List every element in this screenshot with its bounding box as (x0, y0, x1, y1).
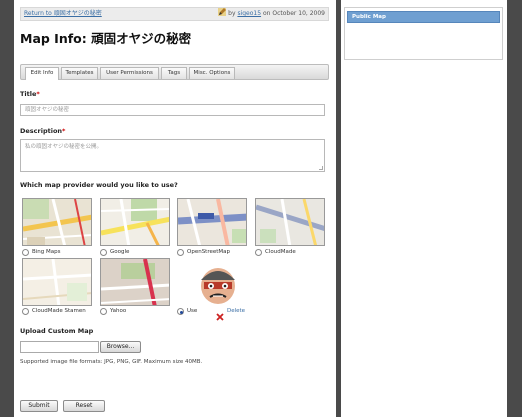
radio-openstreetmap[interactable] (177, 249, 184, 256)
required-mark: * (36, 90, 40, 98)
description-text: 私の頑固オヤジの秘密を公開。 (25, 144, 103, 150)
delete-link[interactable]: Delete (227, 308, 245, 314)
title-input[interactable]: 頑固オヤジの秘密 (20, 104, 325, 116)
map-header-bar: Return to 頑固オヤジの秘密 by sigeo15 on October… (20, 7, 329, 21)
description-label: Description* (20, 127, 66, 135)
sidebar: Public Map (341, 0, 507, 417)
radio-yahoo[interactable] (100, 308, 107, 315)
radio-google[interactable] (100, 249, 107, 256)
radio-cloudmade-stamen[interactable] (22, 308, 29, 315)
openstreetmap-tile[interactable] (177, 198, 247, 246)
main-page: Return to 頑固オヤジの秘密 by sigeo15 on October… (14, 0, 336, 417)
tab-misc-options[interactable]: Misc. Options (189, 67, 235, 79)
provider-question: Which map provider would you like to use… (20, 181, 178, 189)
cloudmade-tile[interactable] (255, 198, 325, 246)
openstreetmap-label: OpenStreetMap (187, 249, 231, 255)
cloudmade-stamen-tile[interactable] (22, 258, 92, 306)
supported-formats-text: Supported image file formats: JPG, PNG, … (20, 359, 203, 365)
file-path-input[interactable] (20, 341, 99, 353)
radio-bing-maps[interactable] (22, 249, 29, 256)
yahoo-tile[interactable] (100, 258, 170, 306)
title-label: Title* (20, 90, 40, 98)
pencil-icon (218, 8, 227, 16)
upload-label: Upload Custom Map (20, 327, 94, 335)
required-mark: * (62, 127, 66, 135)
description-textarea[interactable]: 私の頑固オヤジの秘密を公開。 (20, 139, 325, 172)
yahoo-label: Yahoo (110, 308, 127, 314)
bing-maps-label: Bing Maps (32, 249, 61, 255)
google-label: Google (110, 249, 130, 255)
delete-icon[interactable] (216, 306, 224, 321)
custom-map-image (196, 262, 240, 306)
radio-cloudmade[interactable] (255, 249, 262, 256)
radio-use-custom[interactable] (177, 308, 184, 315)
google-tile[interactable] (100, 198, 170, 246)
bing-maps-tile[interactable] (22, 198, 92, 246)
author-meta: by sigeo15 on October 10, 2009 (218, 8, 325, 20)
public-map-header: Public Map (347, 11, 500, 23)
tab-tags[interactable]: Tags (161, 67, 187, 79)
author-link[interactable]: sigeo15 (237, 10, 261, 17)
browse-button[interactable]: Browse... (100, 341, 141, 353)
date-text: on October 10, 2009 (262, 10, 325, 17)
reset-button[interactable]: Reset (63, 400, 105, 412)
tab-bar: Edit Info Templates User Permissions Tag… (20, 64, 329, 80)
cloudmade-stamen-label: CloudMade Stamen (32, 308, 86, 314)
tab-user-permissions[interactable]: User Permissions (100, 67, 159, 79)
return-link[interactable]: Return to 頑固オヤジの秘密 (24, 8, 102, 20)
resize-grip-icon[interactable] (319, 166, 323, 170)
cloudmade-label: CloudMade (265, 249, 296, 255)
tab-edit-info[interactable]: Edit Info (25, 67, 59, 80)
tab-templates[interactable]: Templates (61, 67, 98, 79)
use-custom-label: Use (187, 308, 198, 314)
page-title: Map Info: 頑固オヤジの秘密 (20, 31, 192, 46)
submit-button[interactable]: Submit (20, 400, 58, 412)
by-text: by (228, 10, 236, 17)
